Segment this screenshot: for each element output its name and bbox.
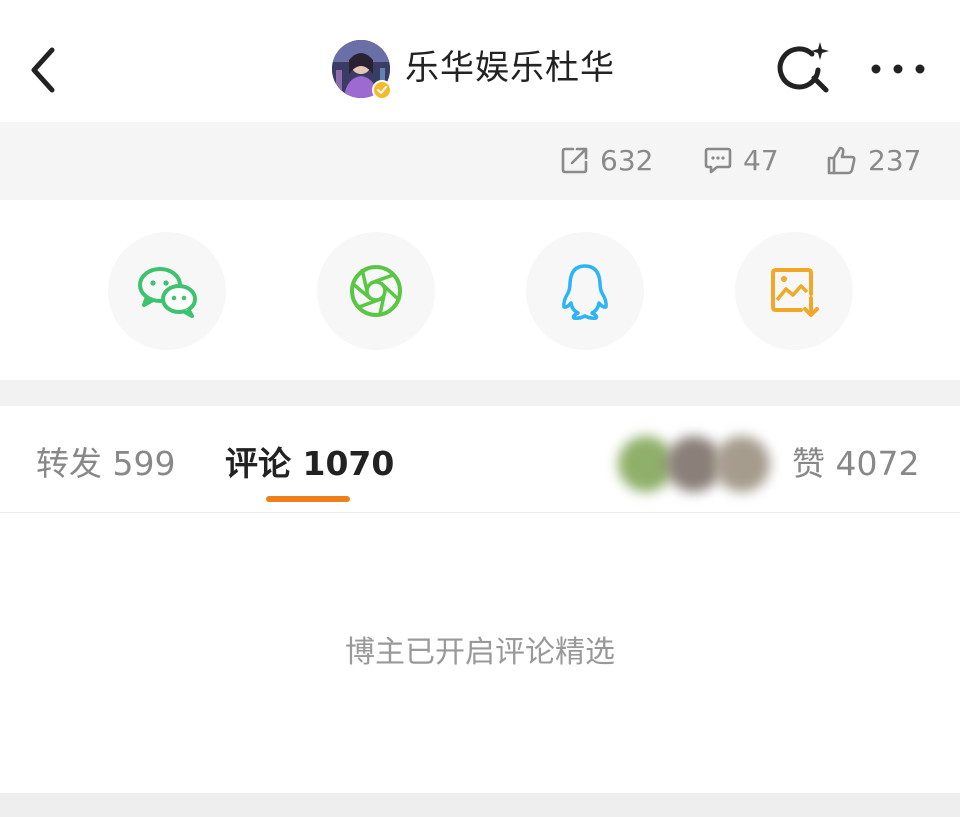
top-nav-bar: 乐华娱乐杜华 xyxy=(0,0,960,122)
comment-curation-notice: 博主已开启评论精选 xyxy=(345,635,615,670)
like-stat[interactable]: 237 xyxy=(826,140,921,180)
section-divider xyxy=(0,380,960,406)
post-stats-bar: 632 47 237 xyxy=(0,122,960,200)
like-count: 237 xyxy=(868,143,922,177)
search-button[interactable] xyxy=(776,40,834,96)
repost-stat[interactable]: 632 xyxy=(560,140,653,180)
moments-icon xyxy=(350,265,402,317)
share-moments-button[interactable] xyxy=(317,232,435,350)
verified-badge-icon xyxy=(372,80,392,100)
search-sparkle-icon xyxy=(777,42,829,93)
share-wechat-button[interactable] xyxy=(108,232,226,350)
bottom-divider xyxy=(0,793,960,817)
repost-icon xyxy=(561,147,588,174)
tab-likes[interactable]: 赞 4072 xyxy=(792,442,919,486)
interaction-tabs: 转发 599 评论 1070 赞 4072 xyxy=(0,406,960,513)
share-qq-button[interactable] xyxy=(526,232,644,350)
qq-icon xyxy=(562,264,608,320)
chevron-left-icon xyxy=(31,47,55,93)
liker-avatars[interactable] xyxy=(618,436,788,492)
save-image-icon xyxy=(771,268,819,317)
repost-count: 632 xyxy=(600,143,654,177)
more-options-button[interactable] xyxy=(868,54,928,84)
save-image-button[interactable] xyxy=(735,232,853,350)
comment-stat[interactable]: 47 xyxy=(703,140,779,180)
tab-comments[interactable]: 评论 1070 xyxy=(225,442,394,486)
thumbs-up-icon xyxy=(827,146,856,175)
more-dots-icon xyxy=(871,64,925,74)
comments-area: 博主已开启评论精选 xyxy=(0,513,960,793)
share-panel xyxy=(0,200,960,380)
active-tab-indicator xyxy=(266,496,350,502)
comment-icon xyxy=(704,147,732,174)
comment-count: 47 xyxy=(743,143,779,177)
back-button[interactable] xyxy=(22,40,70,100)
wechat-icon xyxy=(138,267,197,318)
liker-avatar xyxy=(714,436,770,492)
tab-reposts[interactable]: 转发 599 xyxy=(36,442,175,486)
author-name[interactable]: 乐华娱乐杜华 xyxy=(405,46,615,90)
